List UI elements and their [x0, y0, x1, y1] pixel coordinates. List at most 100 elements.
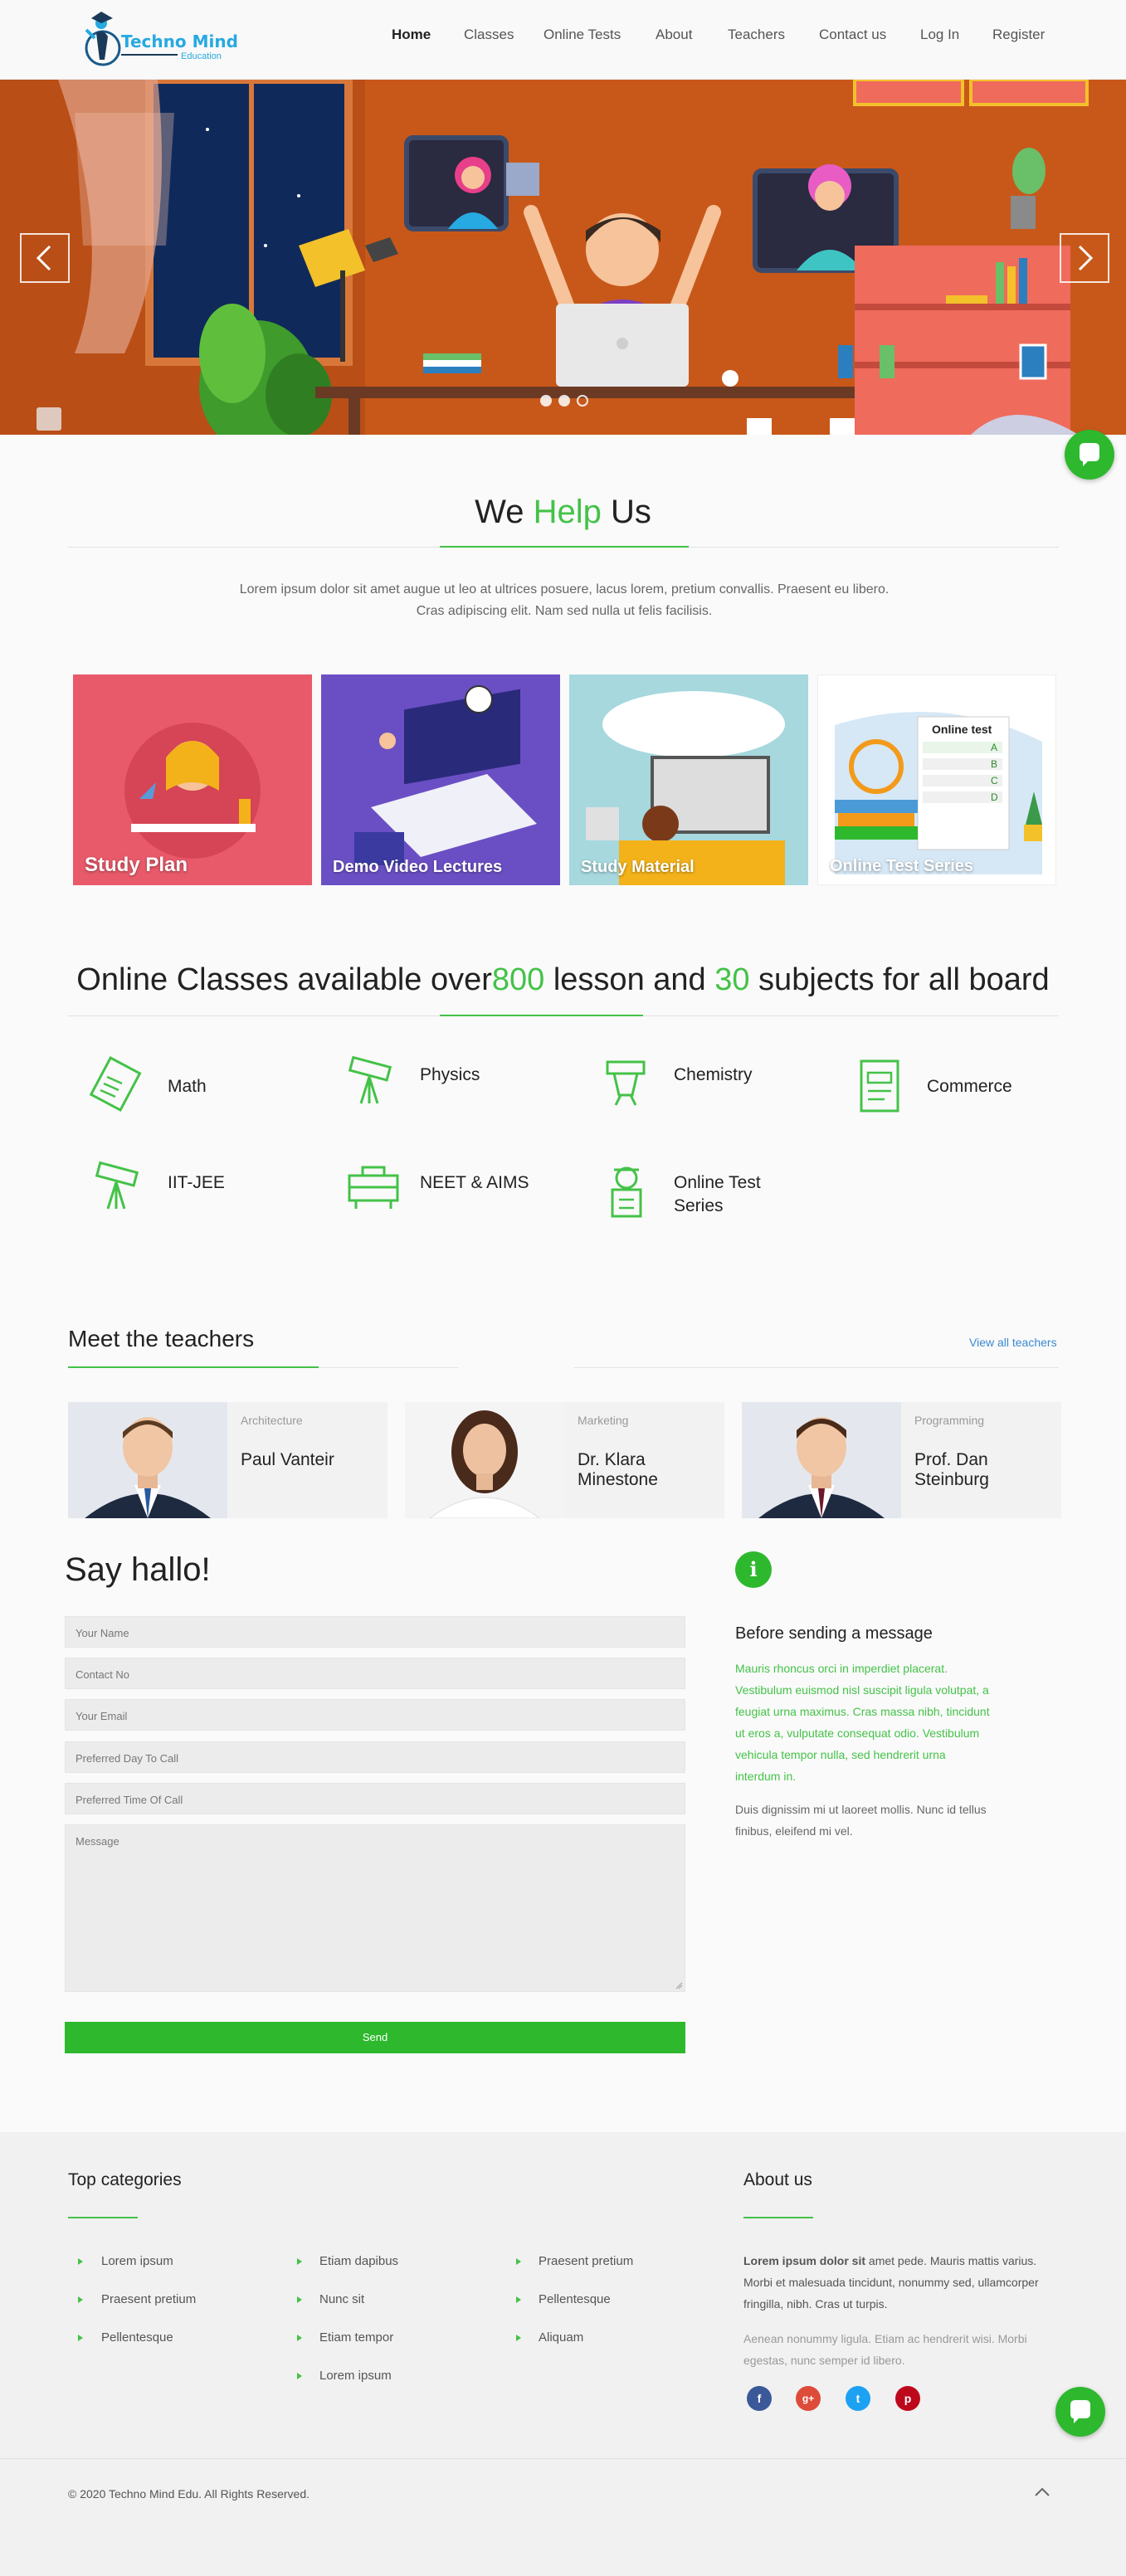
nav-login[interactable]: Log In	[920, 27, 959, 43]
category-link[interactable]: Etiam dapibus	[319, 2254, 398, 2268]
subject-commerce[interactable]: Commerce	[927, 1077, 1012, 1097]
help-title-b: Help	[533, 494, 602, 530]
subject-online-test[interactable]: Online Test	[674, 1173, 761, 1193]
nav-online-tests[interactable]: Online Tests	[544, 27, 621, 43]
hero-prev-button[interactable]	[20, 233, 70, 283]
hero-next-button[interactable]	[1060, 233, 1109, 283]
bullet-icon	[78, 2258, 83, 2265]
chat-icon	[1070, 2400, 1090, 2423]
nav-contact[interactable]: Contact us	[819, 27, 886, 43]
chat-button[interactable]	[1055, 2387, 1105, 2437]
nav-teachers[interactable]: Teachers	[728, 27, 785, 43]
chat-button[interactable]	[1065, 430, 1114, 480]
subject-online-test-line2[interactable]: Series	[674, 1196, 724, 1216]
ruler-notebook-icon[interactable]	[87, 1055, 145, 1113]
category-link[interactable]: Praesent pretium	[101, 2292, 196, 2306]
briefcase-icon[interactable]	[344, 1157, 402, 1215]
subject-physics[interactable]: Physics	[420, 1065, 480, 1085]
top-categories-title: Top categories	[68, 2170, 182, 2189]
subject-math[interactable]: Math	[168, 1077, 207, 1097]
category-link[interactable]: Lorem ipsum	[319, 2369, 392, 2383]
teacher-card[interactable]: Architecture Paul Vanteir	[68, 1402, 388, 1518]
message-field[interactable]: Message	[65, 1824, 685, 1992]
teacher-dept: Architecture	[241, 1414, 303, 1427]
category-link[interactable]: Nunc sit	[319, 2292, 364, 2306]
preferred-time-field[interactable]: Preferred Time Of Call	[65, 1783, 685, 1814]
info-heading: Before sending a message	[735, 1624, 933, 1643]
teacher-card[interactable]: Marketing Dr. Klara Minestone	[405, 1402, 724, 1518]
view-all-teachers-link[interactable]: View all teachers	[969, 1336, 1057, 1349]
card-label: Online Test Series	[830, 857, 974, 875]
subject-iit-jee[interactable]: IIT-JEE	[168, 1173, 225, 1193]
contact-no-field[interactable]: Contact No	[65, 1658, 685, 1689]
footer-bottom-divider	[0, 2458, 1126, 2459]
help-lead: Lorem ipsum dolor sit amet augue ut leo …	[239, 582, 890, 618]
bullet-icon	[78, 2335, 83, 2341]
bullet-icon	[516, 2335, 521, 2341]
card-study-plan[interactable]: Study Plan	[73, 674, 312, 885]
card-label: Study Material	[581, 858, 695, 876]
classes-title-b: lesson and	[544, 962, 715, 997]
teacher-card[interactable]: Programming Prof. Dan Steinburg	[742, 1402, 1061, 1518]
test-option-c: C	[991, 775, 998, 786]
study-material-illustration	[586, 691, 785, 885]
send-button[interactable]: Send	[65, 2022, 685, 2053]
pinterest-icon[interactable]: p	[895, 2386, 920, 2411]
card-online-test[interactable]: Online test A B C D Online Test Series	[817, 674, 1056, 885]
nav-register[interactable]: Register	[992, 27, 1045, 43]
classes-divider-accent	[440, 1015, 643, 1016]
twitter-icon[interactable]: t	[846, 2386, 870, 2411]
preferred-time-placeholder: Preferred Time Of Call	[76, 1794, 183, 1806]
bullet-icon	[516, 2258, 521, 2265]
teachers-title: Meet the teachers	[68, 1326, 255, 1351]
brand-tagline: Education	[181, 51, 222, 61]
teacher-avatar-2	[405, 1402, 564, 1518]
logo-underline	[121, 54, 178, 56]
card-demo-video[interactable]: Demo Video Lectures	[321, 674, 560, 885]
category-link[interactable]: Pellentesque	[101, 2330, 173, 2345]
teachers-divider-accent	[68, 1366, 319, 1368]
bullet-icon	[297, 2373, 302, 2379]
subject-neet[interactable]: NEET & AIMS	[420, 1173, 529, 1193]
telescope-icon[interactable]	[344, 1052, 402, 1110]
teacher-photo	[405, 1402, 564, 1518]
subjects-count: 30	[714, 962, 750, 997]
email-field[interactable]: Your Email	[65, 1699, 685, 1731]
nav-about[interactable]: About	[656, 27, 692, 43]
info-gray-text: Duis dignissim mi ut laoreet mollis. Nun…	[735, 1803, 987, 1838]
google-plus-icon[interactable]: g+	[796, 2386, 821, 2411]
logo[interactable]: Techno Mind Education	[83, 8, 241, 73]
help-divider-accent	[440, 546, 689, 548]
hero-illustration	[0, 80, 1126, 435]
hero-dot-2[interactable]	[558, 395, 570, 407]
about-title: About us	[743, 2170, 812, 2189]
category-link[interactable]: Aliquam	[539, 2330, 583, 2345]
teacher-avatar-3	[742, 1402, 901, 1518]
back-to-top-icon[interactable]	[1032, 2486, 1052, 2499]
category-link[interactable]: Lorem ipsum	[101, 2254, 173, 2268]
about-text: Lorem ipsum dolor sit amet pede. Mauris …	[743, 2250, 1063, 2315]
category-link[interactable]: Etiam tempor	[319, 2330, 393, 2345]
hero-dot-3[interactable]	[577, 395, 588, 407]
help-title-c: Us	[610, 494, 651, 530]
category-link[interactable]: Praesent pretium	[539, 2254, 633, 2268]
student-icon[interactable]	[597, 1161, 656, 1220]
bullet-icon	[78, 2296, 83, 2303]
card-study-material[interactable]: Study Material	[569, 674, 808, 885]
facebook-icon[interactable]: f	[747, 2386, 772, 2411]
nav-classes[interactable]: Classes	[464, 27, 514, 43]
subject-chemistry[interactable]: Chemistry	[674, 1065, 753, 1085]
email-placeholder: Your Email	[76, 1710, 128, 1722]
lab-desk-icon[interactable]	[597, 1054, 656, 1112]
telescope-icon[interactable]	[91, 1157, 149, 1215]
preferred-day-field[interactable]: Preferred Day To Call	[65, 1741, 685, 1773]
test-option-b: B	[991, 758, 998, 770]
document-icon[interactable]	[853, 1058, 911, 1116]
nav-home[interactable]: Home	[392, 27, 431, 43]
name-field[interactable]: Your Name	[65, 1616, 685, 1648]
chevron-right-icon	[1078, 245, 1094, 271]
message-placeholder: Message	[76, 1835, 119, 1848]
hero-dot-1[interactable]	[540, 395, 552, 407]
resize-handle-icon[interactable]	[675, 1981, 683, 1989]
category-link[interactable]: Pellentesque	[539, 2292, 611, 2306]
